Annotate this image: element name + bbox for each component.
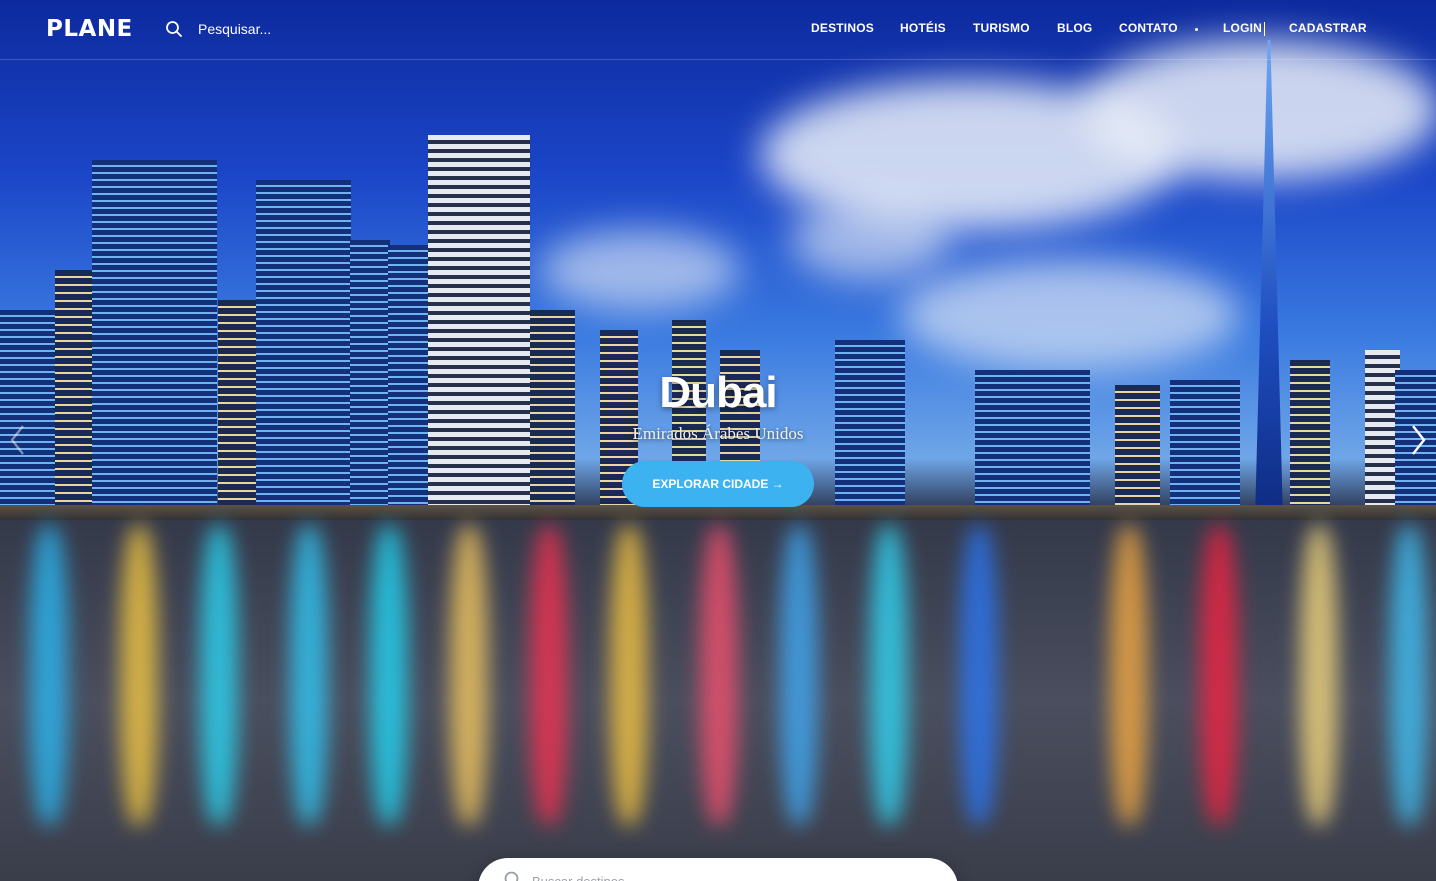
reflection xyxy=(1300,525,1338,825)
reflection xyxy=(120,525,158,825)
hero-country-subtitle: Emirados Árabes Unidos xyxy=(632,424,804,443)
nav-separator xyxy=(1264,22,1265,36)
search-icon xyxy=(504,871,519,881)
cloud xyxy=(1080,40,1436,180)
reflection xyxy=(1110,525,1148,825)
nav-hoteis[interactable]: HOTÉIS xyxy=(900,21,946,35)
cloud xyxy=(900,260,1240,370)
reflection xyxy=(960,525,998,825)
search-icon[interactable] xyxy=(166,21,182,37)
site-logo[interactable]: PLANE xyxy=(46,16,133,42)
destination-search-bar[interactable] xyxy=(478,858,958,881)
reflection xyxy=(200,525,238,825)
signup-link[interactable]: CADASTRAR xyxy=(1289,21,1367,35)
reflection xyxy=(700,525,738,825)
nav-contato[interactable]: CONTATO xyxy=(1119,21,1178,35)
login-link[interactable]: LOGIN xyxy=(1223,21,1262,35)
reflection xyxy=(870,525,908,825)
nav-destinos[interactable]: DESTINOS xyxy=(811,21,874,35)
cloud xyxy=(790,200,950,280)
hero-city-title: Dubai xyxy=(659,368,777,417)
top-navbar: PLANE DESTINOS HOTÉIS TURISMO BLOG CONTA… xyxy=(0,0,1436,60)
explore-city-button[interactable]: EXPLORAR CIDADE → xyxy=(622,461,814,507)
reflection xyxy=(30,525,68,825)
reflection xyxy=(780,525,818,825)
reflection xyxy=(1200,525,1238,825)
reflection xyxy=(370,525,408,825)
destination-search-input[interactable] xyxy=(530,870,914,881)
building xyxy=(256,180,351,520)
nav-blog[interactable]: BLOG xyxy=(1057,21,1092,35)
cloud xyxy=(540,230,740,310)
building xyxy=(92,160,217,520)
search-input[interactable] xyxy=(190,18,386,40)
nav-turismo[interactable]: TURISMO xyxy=(973,21,1030,35)
reflection xyxy=(450,525,488,825)
building xyxy=(428,135,530,520)
reflection xyxy=(290,525,328,825)
nav-divider-dot xyxy=(1195,28,1198,31)
reflection xyxy=(610,525,648,825)
reflection xyxy=(530,525,568,825)
reflection xyxy=(1390,525,1428,825)
